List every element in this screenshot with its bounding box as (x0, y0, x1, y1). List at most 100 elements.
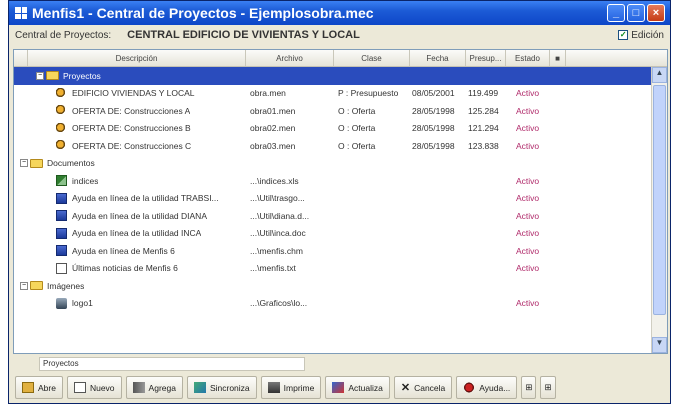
row-label: Ayuda en línea de la utilidad INCA (72, 228, 202, 239)
tree-group-row[interactable]: − Documentos (14, 155, 667, 173)
folder-icon (30, 281, 43, 291)
file-cell: ...\Graficos\lo... (250, 298, 308, 309)
file-cell: obra01.men (250, 105, 296, 116)
row-label: indices (72, 175, 99, 186)
row-label: Ayuda en línea de la utilidad DIANA (72, 210, 207, 221)
title-bar[interactable]: Menfis1 - Central de Proyectos - Ejemplo… (9, 1, 670, 25)
maximize-button[interactable]: □ (627, 4, 645, 22)
work-icon (56, 87, 67, 99)
table-row[interactable]: logo1 ...\Graficos\lo... Activo (14, 295, 667, 313)
add-button[interactable]: Agrega (125, 376, 183, 399)
status-cell: Activo (516, 210, 540, 221)
column-header-clase[interactable]: Clase (334, 50, 410, 66)
class-cell: O : Oferta (338, 123, 376, 134)
file-cell: obra02.men (250, 123, 296, 134)
row-label: Documentos (47, 158, 95, 169)
grid-view-button[interactable]: ⊞ (521, 376, 537, 399)
edicion-label: Edición (631, 29, 664, 41)
row-label: EDIFICIO VIVIENDAS Y LOCAL (72, 88, 195, 99)
add-label: Agrega (148, 382, 176, 393)
help-icon (56, 227, 67, 239)
table-row[interactable]: Ayuda en línea de la utilidad INCA ...\Ut… (14, 225, 667, 243)
description-cell: OFERTA DE: Construcciones A (14, 105, 246, 117)
sync-button[interactable]: Sincroniza (186, 376, 257, 399)
status-field: Proyectos (39, 357, 305, 371)
table-row[interactable]: EDIFICIO VIVIENDAS Y LOCAL obra.men P : Pr… (14, 85, 667, 103)
date-cell: 08/05/2001 (412, 88, 455, 99)
project-info-bar: Central de Proyectos: CENTRAL EDIFICIO D… (9, 25, 670, 45)
row-label: logo1 (72, 298, 93, 309)
main-window: Menfis1 - Central de Proyectos - Ejemplo… (8, 0, 671, 404)
tree-group-row[interactable]: − Proyectos (14, 67, 667, 85)
scroll-thumb[interactable] (653, 85, 666, 315)
column-header-descripcion[interactable]: Descripción (28, 50, 246, 66)
row-label: OFERTA DE: Construcciones B (72, 123, 191, 134)
table-row[interactable]: Ayuda en línea de Menfis 6 ...\menfis.chm… (14, 242, 667, 260)
status-cell: Activo (516, 298, 540, 309)
budget-cell: 121.294 (468, 123, 499, 134)
status-cell: Activo (516, 140, 540, 151)
column-header-presupuesto[interactable]: Presup... (466, 50, 506, 66)
table-row[interactable]: OFERTA DE: Construcciones A obra01.men O :… (14, 102, 667, 120)
minimize-button[interactable]: _ (607, 4, 625, 22)
scroll-down-icon[interactable]: ▼ (652, 337, 667, 353)
description-cell: − Imágenes (14, 281, 246, 291)
open-button[interactable]: Abre (15, 376, 63, 399)
document-icon (56, 262, 67, 274)
table-row[interactable]: OFERTA DE: Construcciones C obra03.men O :… (14, 137, 667, 155)
column-header-fecha[interactable]: Fecha (410, 50, 466, 66)
row-label: Ayuda en línea de la utilidad TRABSI... (72, 193, 219, 204)
work-icon (56, 105, 67, 117)
date-cell: 28/05/1998 (412, 123, 455, 134)
status-cell: Activo (516, 245, 540, 256)
cancel-label: Cancela (414, 382, 446, 393)
scroll-up-icon[interactable]: ▲ (652, 67, 667, 83)
sync-icon (193, 382, 206, 393)
bottom-toolbar: Abre Nuevo Agrega Sincroniza Imprime Act… (13, 374, 668, 401)
edicion-checkbox[interactable]: ✓ Edición (618, 30, 664, 41)
tree-group-row[interactable]: − Imágenes (14, 277, 667, 295)
description-cell: Ayuda en línea de Menfis 6 (14, 245, 246, 257)
central-name: CENTRAL EDIFICIO DE VIVIENTAS Y LOCAL (127, 29, 360, 41)
table-row[interactable]: Últimas noticias de Menfis 6 ...\menfis.t… (14, 260, 667, 278)
columns-view-button[interactable]: ⊞ (540, 376, 556, 399)
collapse-icon[interactable]: − (20, 281, 28, 290)
update-button[interactable]: Actualiza (325, 376, 390, 399)
status-cell: Activo (516, 228, 540, 239)
close-button[interactable]: × (647, 4, 665, 22)
table-row[interactable]: OFERTA DE: Construcciones B obra02.men O :… (14, 120, 667, 138)
file-cell: ...\Util\diana.d... (250, 210, 310, 221)
file-cell: obra03.men (250, 140, 296, 151)
class-cell: P : Presupuesto (338, 88, 399, 99)
new-label: Nuevo (89, 382, 115, 393)
printer-icon (267, 382, 280, 393)
description-cell: logo1 (14, 297, 246, 309)
project-tree-grid[interactable]: Descripción Archivo Clase Fecha Presup..… (13, 49, 668, 354)
budget-cell: 119.499 (468, 88, 499, 99)
collapse-icon[interactable]: − (36, 71, 44, 80)
vertical-scrollbar[interactable]: ▲ ▼ (651, 67, 667, 353)
table-row[interactable]: indices ...\indices.xls Activo (14, 172, 667, 190)
grid-view-icon: ⊞ (525, 382, 533, 392)
column-header-archivo[interactable]: Archivo (246, 50, 334, 66)
collapse-icon[interactable]: − (20, 159, 28, 168)
cancel-button[interactable]: ✕ Cancela (393, 376, 453, 399)
column-header-options[interactable]: ■ (550, 50, 566, 66)
description-cell: Ayuda en línea de la utilidad TRABSI... (14, 192, 246, 204)
description-cell: indices (14, 175, 246, 187)
date-cell: 28/05/1998 (412, 105, 455, 116)
help-button[interactable]: Ayuda... (456, 376, 518, 399)
column-header-estado[interactable]: Estado (506, 50, 550, 66)
print-button[interactable]: Imprime (260, 376, 322, 399)
class-cell: O : Oferta (338, 105, 376, 116)
table-row[interactable]: Ayuda en línea de la utilidad DIANA ...\U… (14, 207, 667, 225)
window-title: Menfis1 - Central de Proyectos - Ejemplo… (32, 5, 374, 21)
check-icon: ✓ (618, 30, 629, 40)
description-cell: OFERTA DE: Construcciones B (14, 122, 246, 134)
work-icon (56, 140, 67, 152)
budget-cell: 123.838 (468, 140, 499, 151)
table-row[interactable]: Ayuda en línea de la utilidad TRABSI....… (14, 190, 667, 208)
new-button[interactable]: Nuevo (66, 376, 122, 399)
print-label: Imprime (283, 382, 315, 393)
help-label: Ayuda... (479, 382, 511, 393)
